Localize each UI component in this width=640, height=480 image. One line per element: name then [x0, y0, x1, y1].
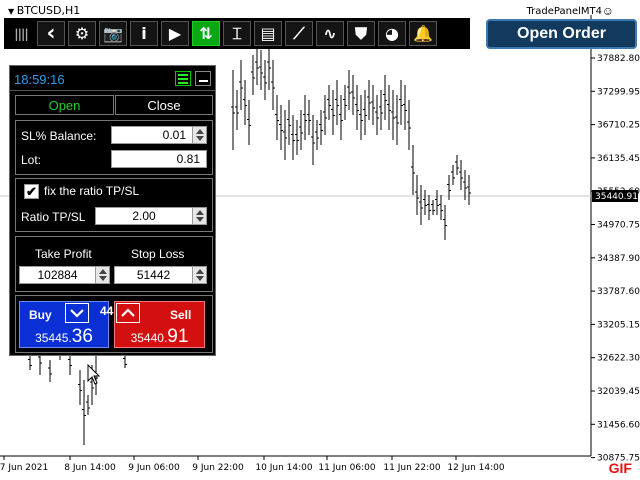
x-tick-label: 7 Jun 2021	[0, 463, 48, 473]
sell-price: 35440.91	[115, 326, 204, 348]
stop-loss-stepper[interactable]	[192, 267, 206, 283]
ratio-label: Ratio TP/SL	[21, 210, 86, 224]
indicator-name: TradePanelMT4	[526, 6, 602, 17]
sell-label: Sell	[170, 308, 192, 322]
sl-balance-label: SL% Balance:	[21, 129, 97, 143]
menu-icon[interactable]	[175, 71, 191, 86]
smiley-icon: ☺	[601, 4, 614, 18]
sell-button[interactable]: Sell 35440.91	[114, 301, 205, 348]
cursor-icon[interactable]: ▶	[161, 21, 189, 46]
x-tick-label: 12 Jun 14:00	[447, 463, 504, 473]
bell-icon[interactable]: 🔔	[409, 21, 437, 46]
x-tick-label: 9 Jun 06:00	[128, 463, 180, 473]
server-clock: 18:59:16	[14, 72, 65, 87]
symbol-title: ▼ BTCUSD,H1	[8, 4, 80, 17]
back-icon[interactable]: ‹	[37, 21, 65, 46]
camera-icon[interactable]: 📷	[99, 21, 127, 46]
buy-price: 35445.36	[20, 326, 108, 348]
panel-toolbar: |||| ‹ ⚙ 📷 i ▶ ⇅ ⌶ ▤ ⟋ ∿ ⛊ ◕ 🔔	[4, 18, 470, 49]
x-tick-label: 10 Jun 14:00	[255, 463, 312, 473]
y-tick-label: 37882.80	[597, 54, 640, 64]
fix-ratio-checkbox[interactable]: ✔	[24, 184, 39, 199]
title-dropdown-icon[interactable]: ▼	[8, 7, 17, 16]
open-order-button[interactable]: Open Order	[486, 19, 637, 49]
price-tag-label: 35440.91	[595, 192, 638, 202]
sync-icon[interactable]: ⇅	[192, 21, 220, 46]
x-tick-label: 8 Jun 14:00	[64, 463, 116, 473]
tab-close[interactable]: Close	[115, 95, 213, 115]
grip-icon[interactable]: ||||	[8, 21, 34, 46]
shield-icon[interactable]: ⛊	[347, 21, 375, 46]
y-tick-label: 36710.25	[597, 121, 640, 131]
panel-header[interactable]: 18:59:16	[10, 66, 215, 91]
y-tick-label: 34387.90	[597, 254, 640, 264]
take-profit-label: Take Profit	[35, 247, 92, 261]
mouse-cursor-icon	[87, 364, 101, 385]
buy-label: Buy	[29, 308, 52, 322]
y-tick-label: 34970.75	[597, 221, 640, 231]
sl-balance-stepper[interactable]	[192, 127, 206, 143]
chevron-up-icon[interactable]	[116, 303, 140, 323]
minimize-icon[interactable]	[195, 71, 211, 86]
stop-loss-label: Stop Loss	[131, 247, 185, 261]
ratio-stepper[interactable]	[192, 208, 206, 224]
lot-label: Lot:	[21, 153, 42, 167]
x-tick-label: 11 Jun 22:00	[383, 463, 440, 473]
y-tick-label: 31456.60	[597, 420, 640, 430]
sell-price-small: 35440.	[130, 331, 168, 345]
x-tick-label: 11 Jun 06:00	[318, 463, 375, 473]
ratio-field[interactable]: 2.00	[95, 207, 207, 225]
chevron-down-icon[interactable]	[65, 303, 89, 323]
trend-icon[interactable]: ⟋	[285, 21, 313, 46]
buy-price-big: 36	[71, 326, 93, 347]
sell-price-big: 91	[167, 326, 189, 347]
level-icon[interactable]: ⌶	[223, 21, 251, 46]
y-tick-label: 32622.30	[597, 354, 640, 364]
y-tick-label: 33787.60	[597, 287, 640, 297]
trade-panel: 18:59:16 Open Close SL% Balance: 0.01 Lo…	[9, 65, 216, 356]
lot-field[interactable]: 0.81	[111, 150, 207, 168]
gif-tag: GIF	[608, 460, 632, 476]
pie-icon[interactable]: ◕	[378, 21, 406, 46]
x-tick-label: 9 Jun 22:00	[192, 463, 244, 473]
notes-icon[interactable]: ▤	[254, 21, 282, 46]
y-tick-label: 37299.95	[597, 87, 640, 97]
tab-open[interactable]: Open	[15, 95, 114, 115]
y-tick-label: 33205.15	[597, 320, 640, 330]
fix-ratio-label: fix the ratio TP/SL	[44, 184, 140, 198]
info-icon[interactable]: i	[130, 21, 158, 46]
buy-button[interactable]: Buy 35445.36	[19, 301, 109, 348]
wave-icon[interactable]: ∿	[316, 21, 344, 46]
y-tick-label: 36135.45	[597, 154, 640, 164]
symbol-title-text: BTCUSD,H1	[16, 4, 81, 17]
take-profit-stepper[interactable]	[95, 267, 109, 283]
y-tick-label: 32039.45	[597, 387, 640, 397]
buy-price-small: 35445.	[35, 331, 72, 345]
gear-icon[interactable]: ⚙	[68, 21, 96, 46]
